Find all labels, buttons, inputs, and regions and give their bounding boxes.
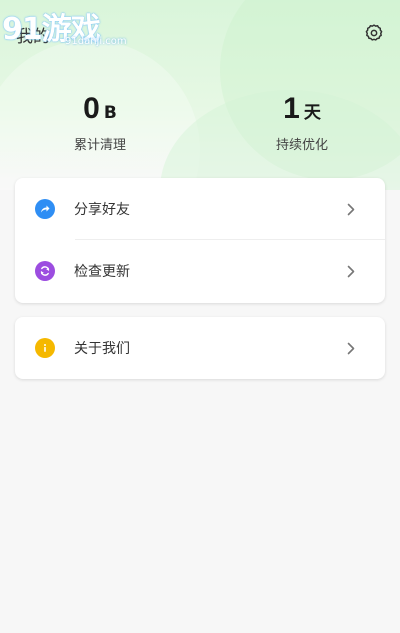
stat-cleaned-value: 0	[83, 92, 100, 125]
watermark-logo: 91游戏 91danji.com	[0, 0, 140, 52]
menu-item-about[interactable]: 关于我们	[15, 317, 385, 379]
stat-optimized-unit: 天	[303, 103, 321, 123]
stat-cleaned-value-row: 0B	[20, 92, 180, 126]
menu-card: 分享好友 检查更新	[15, 178, 385, 303]
stat-optimized-value-row: 1天	[222, 92, 382, 126]
share-arrow-glyph	[41, 205, 50, 213]
settings-button[interactable]	[362, 21, 386, 45]
chevron-right-icon	[345, 263, 357, 279]
stat-cleaned: 0B 累计清理	[20, 92, 180, 153]
menu-item-check-update[interactable]: 检查更新	[15, 240, 385, 302]
menu-item-share[interactable]: 分享好友	[15, 178, 385, 240]
stat-cleaned-label: 累计清理	[73, 138, 126, 153]
stat-optimized-label: 持续优化	[275, 138, 328, 153]
chevron-right-icon	[345, 340, 357, 356]
refresh-icon	[35, 261, 55, 281]
chevron-right-icon	[345, 201, 357, 217]
about-card: 关于我们	[15, 317, 385, 379]
share-icon	[35, 199, 55, 219]
gear-icon	[365, 24, 383, 41]
menu-item-share-label: 分享好友	[74, 202, 130, 218]
info-glyph	[44, 344, 46, 352]
info-icon	[35, 338, 55, 358]
stat-optimized-value: 1	[283, 92, 300, 125]
refresh-glyph	[40, 266, 50, 276]
stat-cleaned-unit: B	[103, 103, 117, 123]
menu-item-about-label: 关于我们	[74, 341, 130, 357]
menu-item-check-update-label: 检查更新	[74, 264, 130, 280]
watermark-site: 91danji.com	[65, 36, 127, 47]
stat-optimized: 1天 持续优化	[222, 92, 382, 153]
